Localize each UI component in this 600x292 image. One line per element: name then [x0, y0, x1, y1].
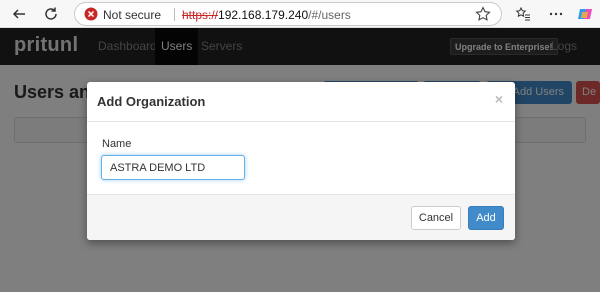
url-protocol: https://: [182, 8, 219, 22]
more-menu-icon[interactable]: [545, 3, 567, 25]
add-organization-modal: Add Organization × Name Cancel Add: [87, 82, 515, 240]
cancel-button[interactable]: Cancel: [411, 206, 461, 230]
favorites-icon[interactable]: [512, 3, 534, 25]
modal-header: Add Organization ×: [87, 82, 515, 122]
bookmark-star-icon[interactable]: [475, 6, 491, 22]
url-path: /#/users: [308, 8, 351, 22]
not-secure-label[interactable]: Not secure: [103, 8, 161, 22]
url-host: 192.168.179.240: [218, 8, 309, 22]
browser-toolbar: Not secure https://192.168.179.240/#/use…: [0, 0, 600, 28]
organization-name-input[interactable]: [101, 155, 245, 180]
not-secure-warning-icon: [84, 7, 98, 21]
omnibox-separator: [174, 8, 175, 21]
modal-title: Add Organization: [97, 94, 206, 109]
modal-footer: Cancel Add: [87, 194, 515, 240]
close-icon[interactable]: ×: [495, 92, 503, 106]
name-label: Name: [102, 138, 132, 150]
reload-icon[interactable]: [40, 3, 62, 25]
address-bar[interactable]: Not secure https://192.168.179.240/#/use…: [74, 2, 502, 26]
add-button[interactable]: Add: [468, 206, 504, 230]
url-text[interactable]: https://192.168.179.240/#/users: [182, 8, 351, 22]
copilot-icon[interactable]: [574, 3, 596, 25]
back-arrow-icon[interactable]: [8, 3, 30, 25]
